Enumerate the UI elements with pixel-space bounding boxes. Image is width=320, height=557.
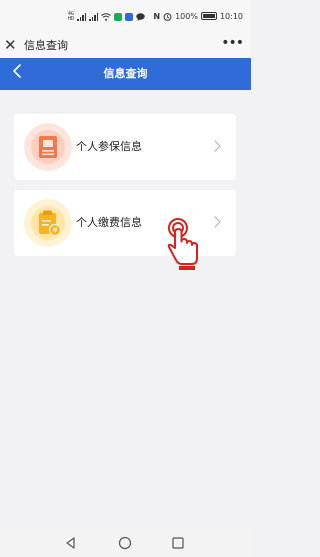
status-right: N 100% 10:10 <box>153 9 243 23</box>
sim-labels: 4G HD <box>68 12 74 22</box>
back-triangle-icon[interactable] <box>63 535 79 551</box>
chevron-right-icon <box>214 216 221 228</box>
svg-text:¥: ¥ <box>53 227 58 235</box>
battery-percent: 100% <box>175 11 198 21</box>
battery-icon <box>200 12 217 20</box>
recent-square-icon[interactable] <box>170 535 186 551</box>
payment-clipboard-icon: ¥ <box>24 199 72 247</box>
home-circle-icon[interactable] <box>117 535 133 551</box>
app-notification-icon-2 <box>125 13 134 21</box>
signal-icon <box>77 13 87 21</box>
insurance-info-card[interactable]: 个人参保信息 <box>14 114 236 180</box>
status-indicators: 4G HD <box>68 11 145 23</box>
title-bar: ✕ 信息查询 ••• <box>0 34 251 58</box>
card-label: 个人参保信息 <box>76 140 142 153</box>
chat-icon <box>136 13 145 21</box>
page-header: 信息查询 <box>0 58 251 90</box>
tap-pointer-icon <box>167 218 198 270</box>
status-bar: 4G HD N 100% 10:10 <box>0 0 251 34</box>
title-bar-title: 信息查询 <box>24 39 68 52</box>
signal-icon-2 <box>89 13 99 21</box>
app-notification-icon <box>114 13 123 21</box>
insurance-document-icon <box>24 123 72 171</box>
alarm-icon <box>163 12 172 21</box>
card-label: 个人缴费信息 <box>76 216 142 229</box>
payment-info-card[interactable]: ¥ 个人缴费信息 <box>14 190 236 256</box>
nfc-icon: N <box>153 11 161 21</box>
wifi-icon <box>101 13 111 21</box>
page-title: 信息查询 <box>103 67 148 80</box>
clock-time: 10:10 <box>219 11 243 21</box>
chevron-right-icon <box>214 140 221 152</box>
sim-label-2: HD <box>68 16 75 22</box>
more-dots-icon[interactable]: ••• <box>221 34 244 52</box>
close-icon[interactable]: ✕ <box>4 36 20 54</box>
system-nav-bar <box>0 529 251 557</box>
